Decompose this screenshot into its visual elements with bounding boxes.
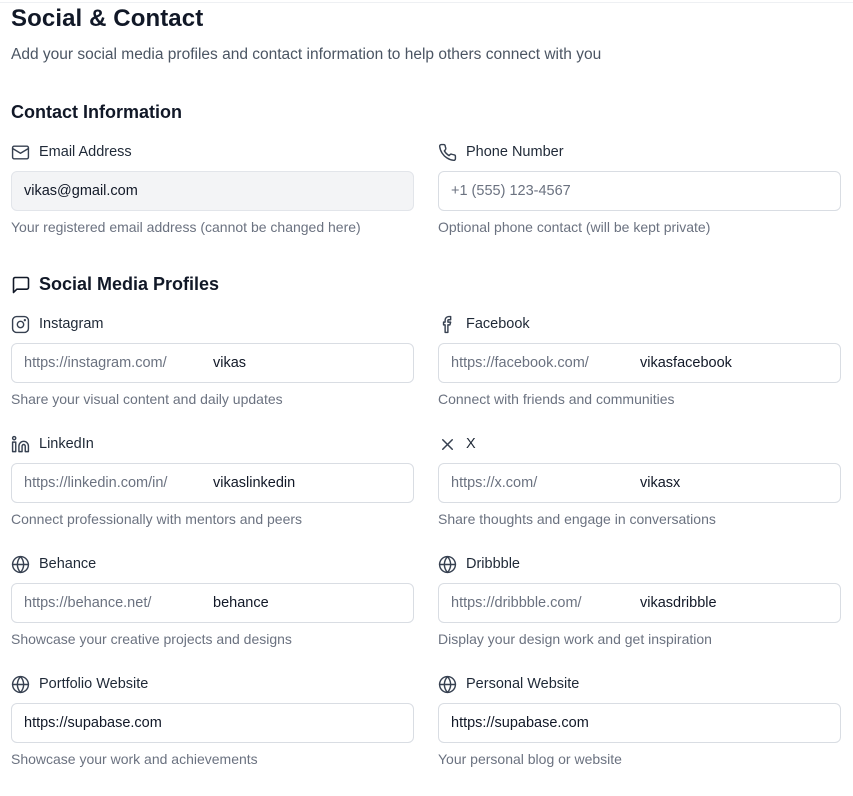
- social-section-title: Social Media Profiles: [11, 274, 219, 295]
- portfolio-value: https://supabase.com: [24, 715, 162, 731]
- mail-icon: [11, 143, 30, 162]
- behance-label-text: Behance: [39, 556, 97, 572]
- globe-icon: [11, 675, 30, 694]
- facebook-help: Connect with friends and communities: [438, 391, 675, 407]
- globe-icon: [11, 555, 30, 574]
- instagram-label: Instagram: [11, 313, 414, 335]
- behance-input[interactable]: https://behance.net/ behance: [11, 583, 414, 623]
- dribbble-label: Dribbble: [438, 553, 841, 575]
- instagram-value: vikas: [213, 355, 247, 371]
- email-help: Your registered email address (cannot be…: [11, 219, 361, 235]
- personal-label-text: Personal Website: [466, 676, 580, 692]
- personal-input[interactable]: https://supabase.com: [438, 703, 841, 743]
- facebook-input[interactable]: https://facebook.com/ vikasfacebook: [438, 343, 841, 383]
- facebook-field-group: Facebook https://facebook.com/ vikasface…: [438, 313, 841, 407]
- x-label-text: X: [466, 436, 476, 452]
- linkedin-label: LinkedIn: [11, 433, 414, 455]
- x-prefix: https://x.com/: [451, 475, 538, 491]
- instagram-prefix: https://instagram.com/: [24, 355, 167, 371]
- instagram-label-text: Instagram: [39, 316, 104, 332]
- linkedin-icon: [11, 435, 30, 454]
- dribbble-label-text: Dribbble: [466, 556, 520, 572]
- behance-help: Showcase your creative projects and desi…: [11, 631, 292, 647]
- phone-label: Phone Number: [438, 141, 841, 163]
- dribbble-value: vikasdribble: [640, 595, 717, 611]
- social-section-label: Social Media Profiles: [39, 274, 220, 294]
- contact-section-label: Contact Information: [11, 102, 182, 122]
- x-help: Share thoughts and engage in conversatio…: [438, 511, 716, 527]
- phone-field-group: Phone Number +1 (555) 123-4567 Optional …: [438, 141, 841, 235]
- contact-section-title: Contact Information: [11, 102, 182, 123]
- email-field-group: Email Address vikas@gmail.com Your regis…: [11, 141, 414, 235]
- instagram-field-group: Instagram https://instagram.com/ vikas S…: [11, 313, 414, 407]
- x-label: X: [438, 433, 841, 455]
- x-icon: [438, 435, 457, 454]
- phone-icon: [438, 143, 457, 162]
- phone-label-text: Phone Number: [466, 144, 564, 160]
- behance-label: Behance: [11, 553, 414, 575]
- message-square-icon: [11, 275, 31, 295]
- linkedin-prefix: https://linkedin.com/in/: [24, 475, 168, 491]
- email-field[interactable]: vikas@gmail.com: [11, 171, 414, 211]
- facebook-label-text: Facebook: [466, 316, 530, 332]
- phone-placeholder: +1 (555) 123-4567: [451, 183, 571, 199]
- instagram-help: Share your visual content and daily upda…: [11, 391, 283, 407]
- linkedin-field-group: LinkedIn https://linkedin.com/in/ vikasl…: [11, 433, 414, 527]
- behance-value: behance: [213, 595, 269, 611]
- linkedin-value: vikaslinkedin: [213, 475, 296, 491]
- portfolio-help: Showcase your work and achievements: [11, 751, 258, 767]
- globe-icon: [438, 675, 457, 694]
- portfolio-label: Portfolio Website: [11, 673, 414, 695]
- top-divider: [0, 2, 853, 3]
- behance-prefix: https://behance.net/: [24, 595, 152, 611]
- email-label-text: Email Address: [39, 144, 132, 160]
- linkedin-input[interactable]: https://linkedin.com/in/ vikaslinkedin: [11, 463, 414, 503]
- facebook-prefix: https://facebook.com/: [451, 355, 589, 371]
- portfolio-field-group: Portfolio Website https://supabase.com S…: [11, 673, 414, 767]
- x-field-group: X https://x.com/ vikasx Share thoughts a…: [438, 433, 841, 527]
- dribbble-input[interactable]: https://dribbble.com/ vikasdribble: [438, 583, 841, 623]
- dribbble-field-group: Dribbble https://dribbble.com/ vikasdrib…: [438, 553, 841, 647]
- page-title: Social & Contact: [11, 5, 204, 32]
- instagram-input[interactable]: https://instagram.com/ vikas: [11, 343, 414, 383]
- linkedin-label-text: LinkedIn: [39, 436, 94, 452]
- email-label: Email Address: [11, 141, 414, 163]
- phone-field[interactable]: +1 (555) 123-4567: [438, 171, 841, 211]
- phone-help: Optional phone contact (will be kept pri…: [438, 219, 711, 235]
- portfolio-label-text: Portfolio Website: [39, 676, 149, 692]
- email-value: vikas@gmail.com: [24, 183, 138, 199]
- personal-value: https://supabase.com: [451, 715, 589, 731]
- facebook-value: vikasfacebook: [640, 355, 732, 371]
- linkedin-help: Connect professionally with mentors and …: [11, 511, 303, 527]
- behance-field-group: Behance https://behance.net/ behance Sho…: [11, 553, 414, 647]
- portfolio-input[interactable]: https://supabase.com: [11, 703, 414, 743]
- page-subtitle: Add your social media profiles and conta…: [11, 46, 602, 63]
- facebook-label: Facebook: [438, 313, 841, 335]
- dribbble-prefix: https://dribbble.com/: [451, 595, 582, 611]
- x-value: vikasx: [640, 475, 681, 491]
- dribbble-help: Display your design work and get inspira…: [438, 631, 712, 647]
- personal-field-group: Personal Website https://supabase.com Yo…: [438, 673, 841, 767]
- personal-help: Your personal blog or website: [438, 751, 622, 767]
- personal-label: Personal Website: [438, 673, 841, 695]
- globe-icon: [438, 555, 457, 574]
- instagram-icon: [11, 315, 30, 334]
- x-input[interactable]: https://x.com/ vikasx: [438, 463, 841, 503]
- facebook-icon: [438, 315, 457, 334]
